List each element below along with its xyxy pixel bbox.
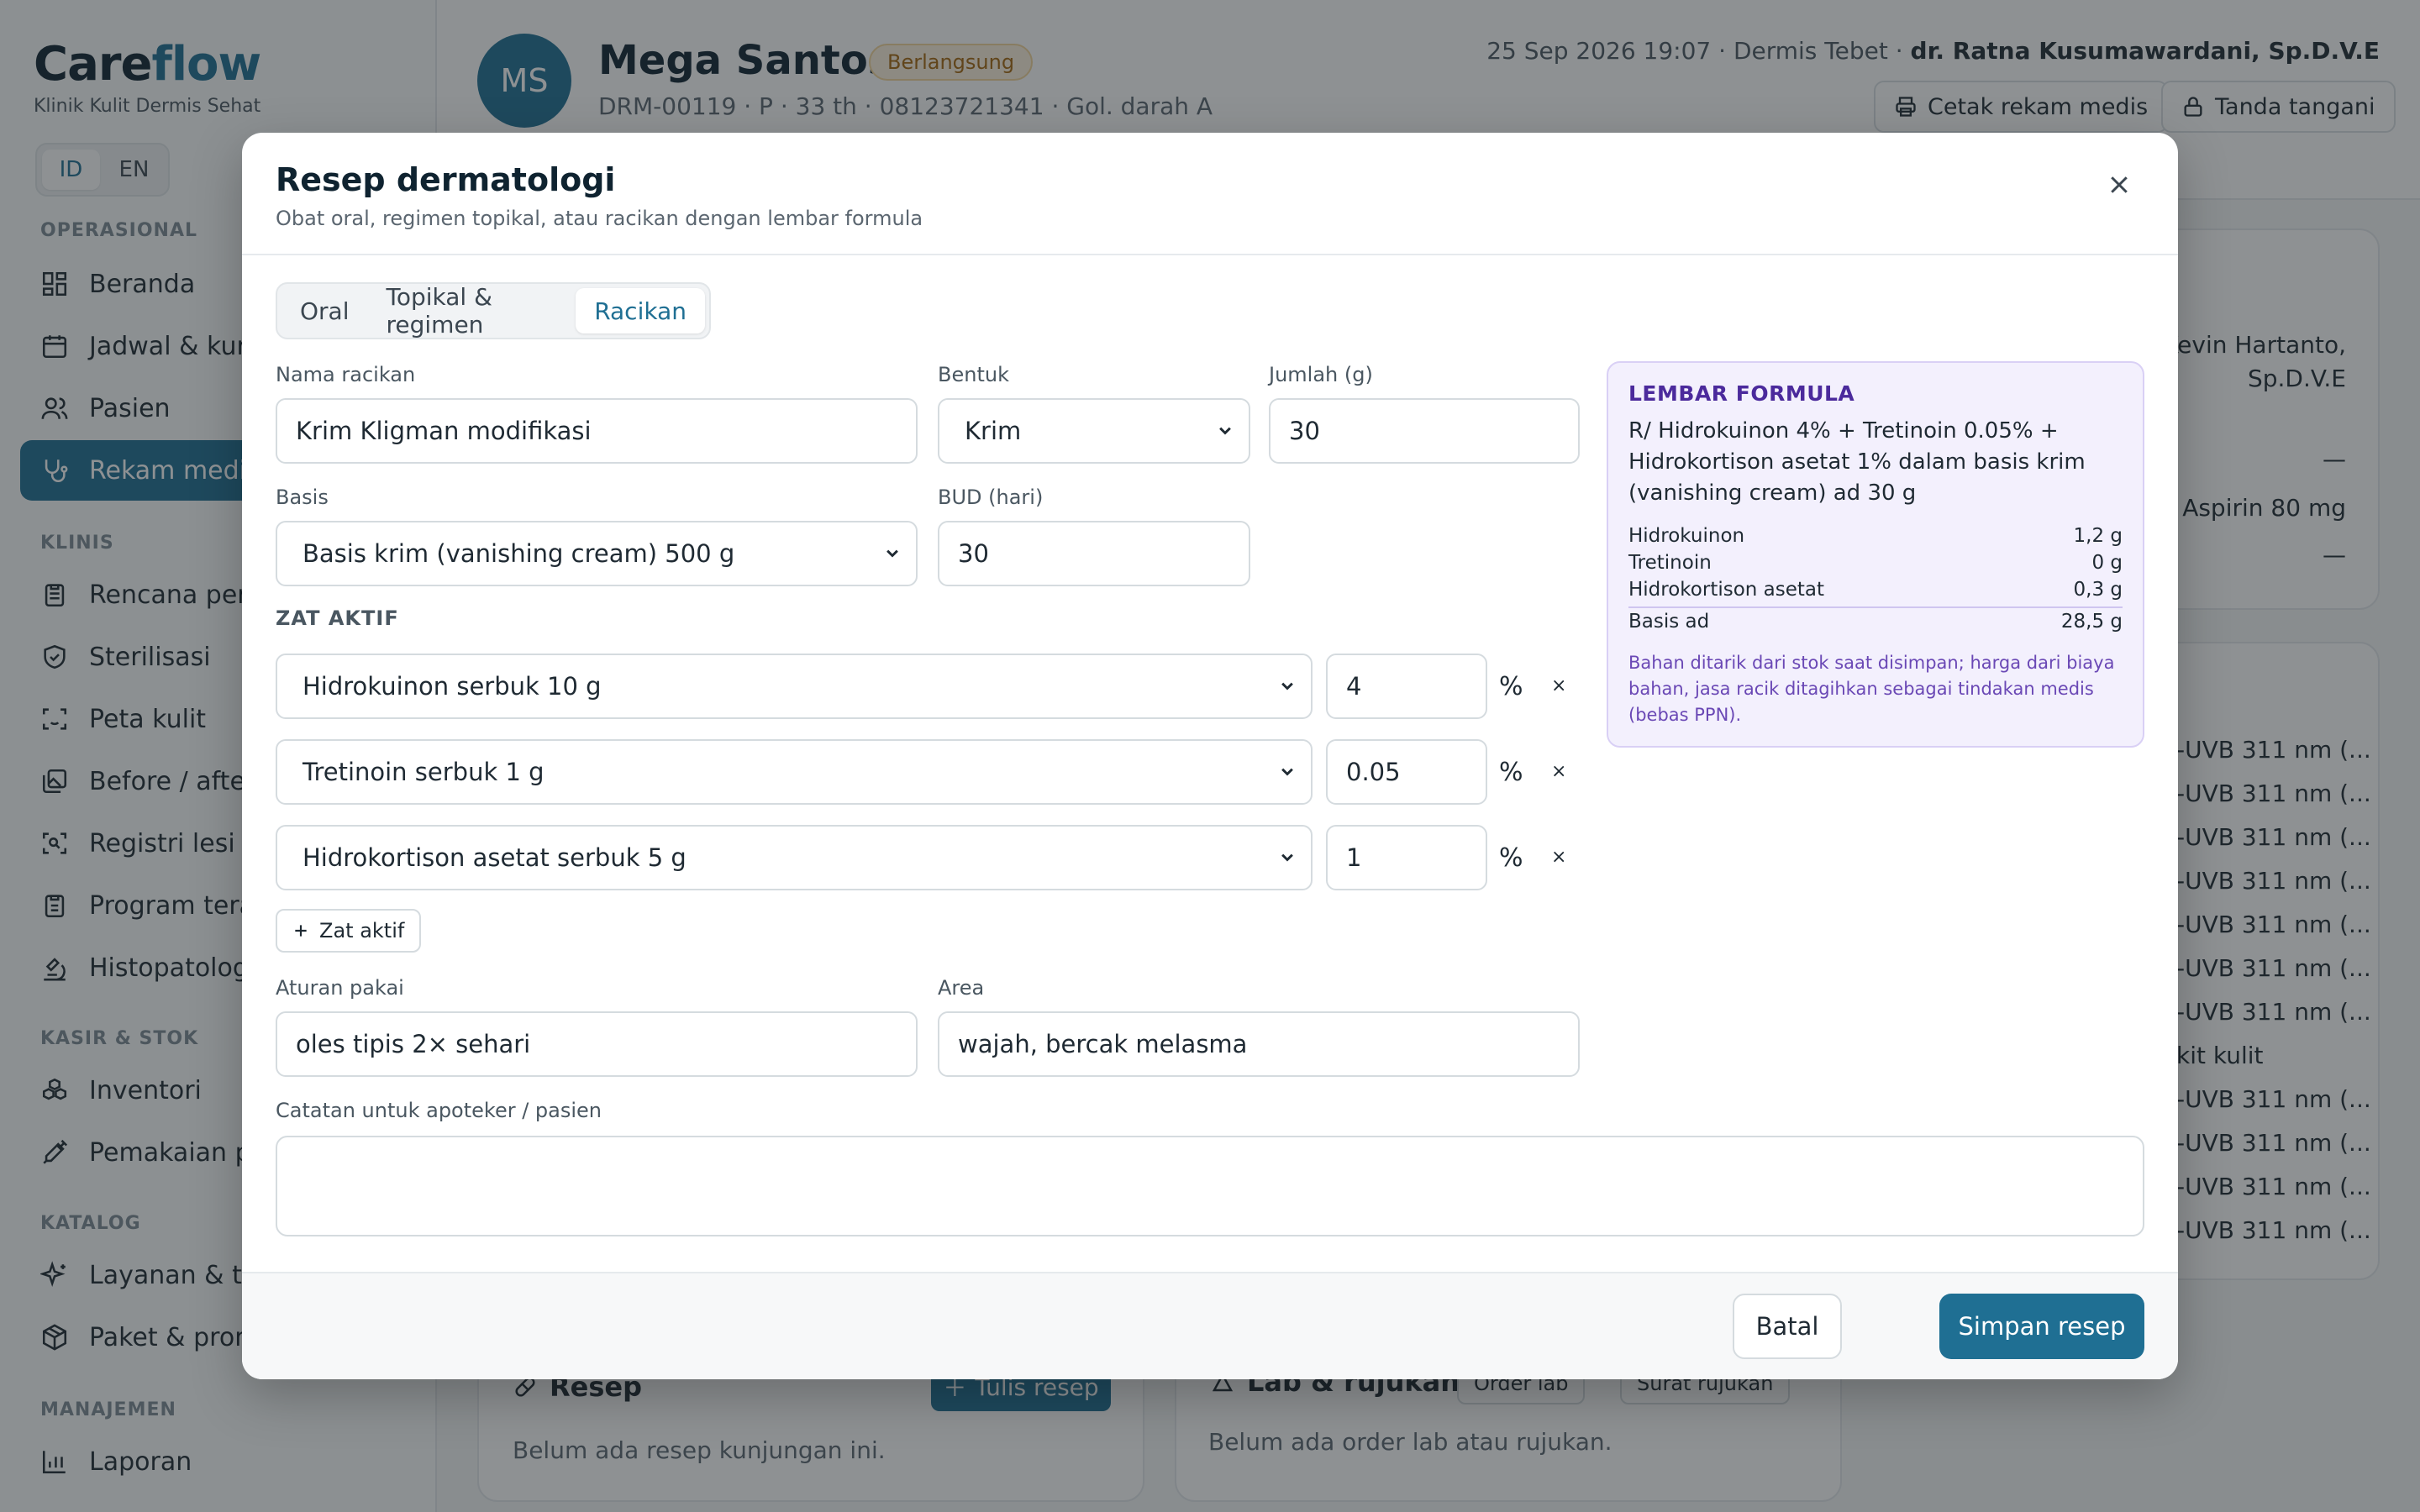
close-icon	[2111, 176, 2128, 193]
chevron-down-icon	[1219, 427, 1231, 435]
cancel-button[interactable]: Batal	[1733, 1294, 1842, 1359]
percent-sign: %	[1499, 672, 1523, 701]
area-input[interactable]: wajah, bercak melasma	[938, 1011, 1580, 1077]
plus-icon	[295, 925, 307, 937]
chevron-down-icon	[1281, 768, 1293, 776]
chevron-down-icon	[1281, 682, 1293, 690]
modal-divider	[242, 254, 2178, 255]
formula-base-qty: 28,5 g	[2060, 611, 2123, 633]
active-ingredients-heading: ZAT AKTIF	[276, 606, 399, 630]
modal-subtitle: Obat oral, regimen topikal, atau racikan…	[276, 207, 923, 230]
formula-base-name: Basis ad	[1628, 611, 1710, 633]
formula-ingredient: Hidrokortison asetat	[1628, 579, 1825, 601]
ingredient-select[interactable]: Hidrokortison asetat serbuk 5 g	[276, 825, 1313, 890]
formula-ingredient: Hidrokuinon	[1628, 525, 1745, 547]
formula-qty: 0 g	[2091, 552, 2123, 574]
prescription-modal: Resep dermatologi Obat oral, regimen top…	[242, 133, 2178, 1379]
area-label: Area	[938, 976, 985, 1000]
prescription-type-tabs: Oral Topikal & regimen Racikan	[276, 282, 711, 339]
add-ingredient-label: Zat aktif	[319, 919, 405, 942]
formula-table: Hidrokuinon 1,2 g Tretinoin 0 g Hidrokorti…	[1628, 522, 2123, 635]
add-ingredient-button[interactable]: Zat aktif	[276, 909, 422, 953]
ingredient-percent-input[interactable]: 1	[1326, 825, 1487, 890]
save-prescription-button[interactable]: Simpan resep	[1939, 1294, 2144, 1359]
tab-oral[interactable]: Oral	[281, 288, 368, 333]
ingredient-select-value: Hidrokortison asetat serbuk 5 g	[302, 843, 687, 872]
formula-row: Hidrokuinon 1,2 g	[1628, 522, 2123, 549]
form-label: Bentuk	[938, 363, 1009, 386]
modal-footer	[242, 1272, 2178, 1379]
compound-name-label: Nama racikan	[276, 363, 416, 386]
ingredient-select[interactable]: Tretinoin serbuk 1 g	[276, 739, 1313, 805]
remove-ingredient-button[interactable]: ×	[1551, 847, 1566, 868]
formula-row: Hidrokortison asetat 0,3 g	[1628, 576, 2123, 603]
amount-label: Jumlah (g)	[1269, 363, 1373, 386]
form-select[interactable]: Krim	[938, 398, 1250, 464]
tab-topikal[interactable]: Topikal & regimen	[368, 283, 576, 339]
formula-ingredient: Tretinoin	[1628, 552, 1712, 574]
ingredient-percent-input[interactable]: 4	[1326, 654, 1487, 719]
bud-label: BUD (hari)	[938, 486, 1044, 509]
remove-ingredient-button[interactable]: ×	[1551, 675, 1566, 696]
notes-textarea[interactable]	[276, 1136, 2144, 1236]
base-label: Basis	[276, 486, 329, 509]
formula-note: Bahan ditarik dari stok saat disimpan; h…	[1628, 653, 2115, 725]
notes-label: Catatan untuk apoteker / pasien	[276, 1099, 602, 1122]
base-select[interactable]: Basis krim (vanishing cream) 500 g	[276, 521, 918, 586]
base-select-value: Basis krim (vanishing cream) 500 g	[302, 539, 735, 568]
ingredient-percent-input[interactable]: 0.05	[1326, 739, 1487, 805]
formula-recipe: R/ Hidrokuinon 4% + Tretinoin 0.05% + Hi…	[1628, 418, 2086, 506]
remove-ingredient-button[interactable]: ×	[1551, 761, 1566, 782]
ingredient-select-value: Hidrokuinon serbuk 10 g	[302, 672, 602, 701]
formula-qty: 1,2 g	[2073, 525, 2123, 547]
chevron-down-icon	[1281, 853, 1293, 862]
formula-sheet: LEMBAR FORMULA R/ Hidrokuinon 4% + Treti…	[1607, 361, 2144, 748]
ingredient-select[interactable]: Hidrokuinon serbuk 10 g	[276, 654, 1313, 719]
modal-title: Resep dermatologi	[276, 161, 616, 198]
chevron-down-icon	[886, 549, 898, 558]
close-button[interactable]	[2102, 168, 2136, 202]
ingredient-select-value: Tretinoin serbuk 1 g	[302, 758, 544, 786]
compound-name-input[interactable]: Krim Kligman modifikasi	[276, 398, 918, 464]
percent-sign: %	[1499, 758, 1523, 787]
formula-base-row: Basis ad 28,5 g	[1628, 606, 2123, 635]
tab-racikan[interactable]: Racikan	[576, 288, 705, 333]
formula-heading: LEMBAR FORMULA	[1628, 381, 1855, 406]
form-select-value: Krim	[965, 417, 1022, 445]
percent-sign: %	[1499, 843, 1523, 873]
amount-input[interactable]: 30	[1269, 398, 1580, 464]
usage-label: Aturan pakai	[276, 976, 404, 1000]
formula-row: Tretinoin 0 g	[1628, 549, 2123, 576]
bud-input[interactable]: 30	[938, 521, 1250, 586]
usage-input[interactable]: oles tipis 2× sehari	[276, 1011, 918, 1077]
formula-qty: 0,3 g	[2073, 579, 2123, 601]
